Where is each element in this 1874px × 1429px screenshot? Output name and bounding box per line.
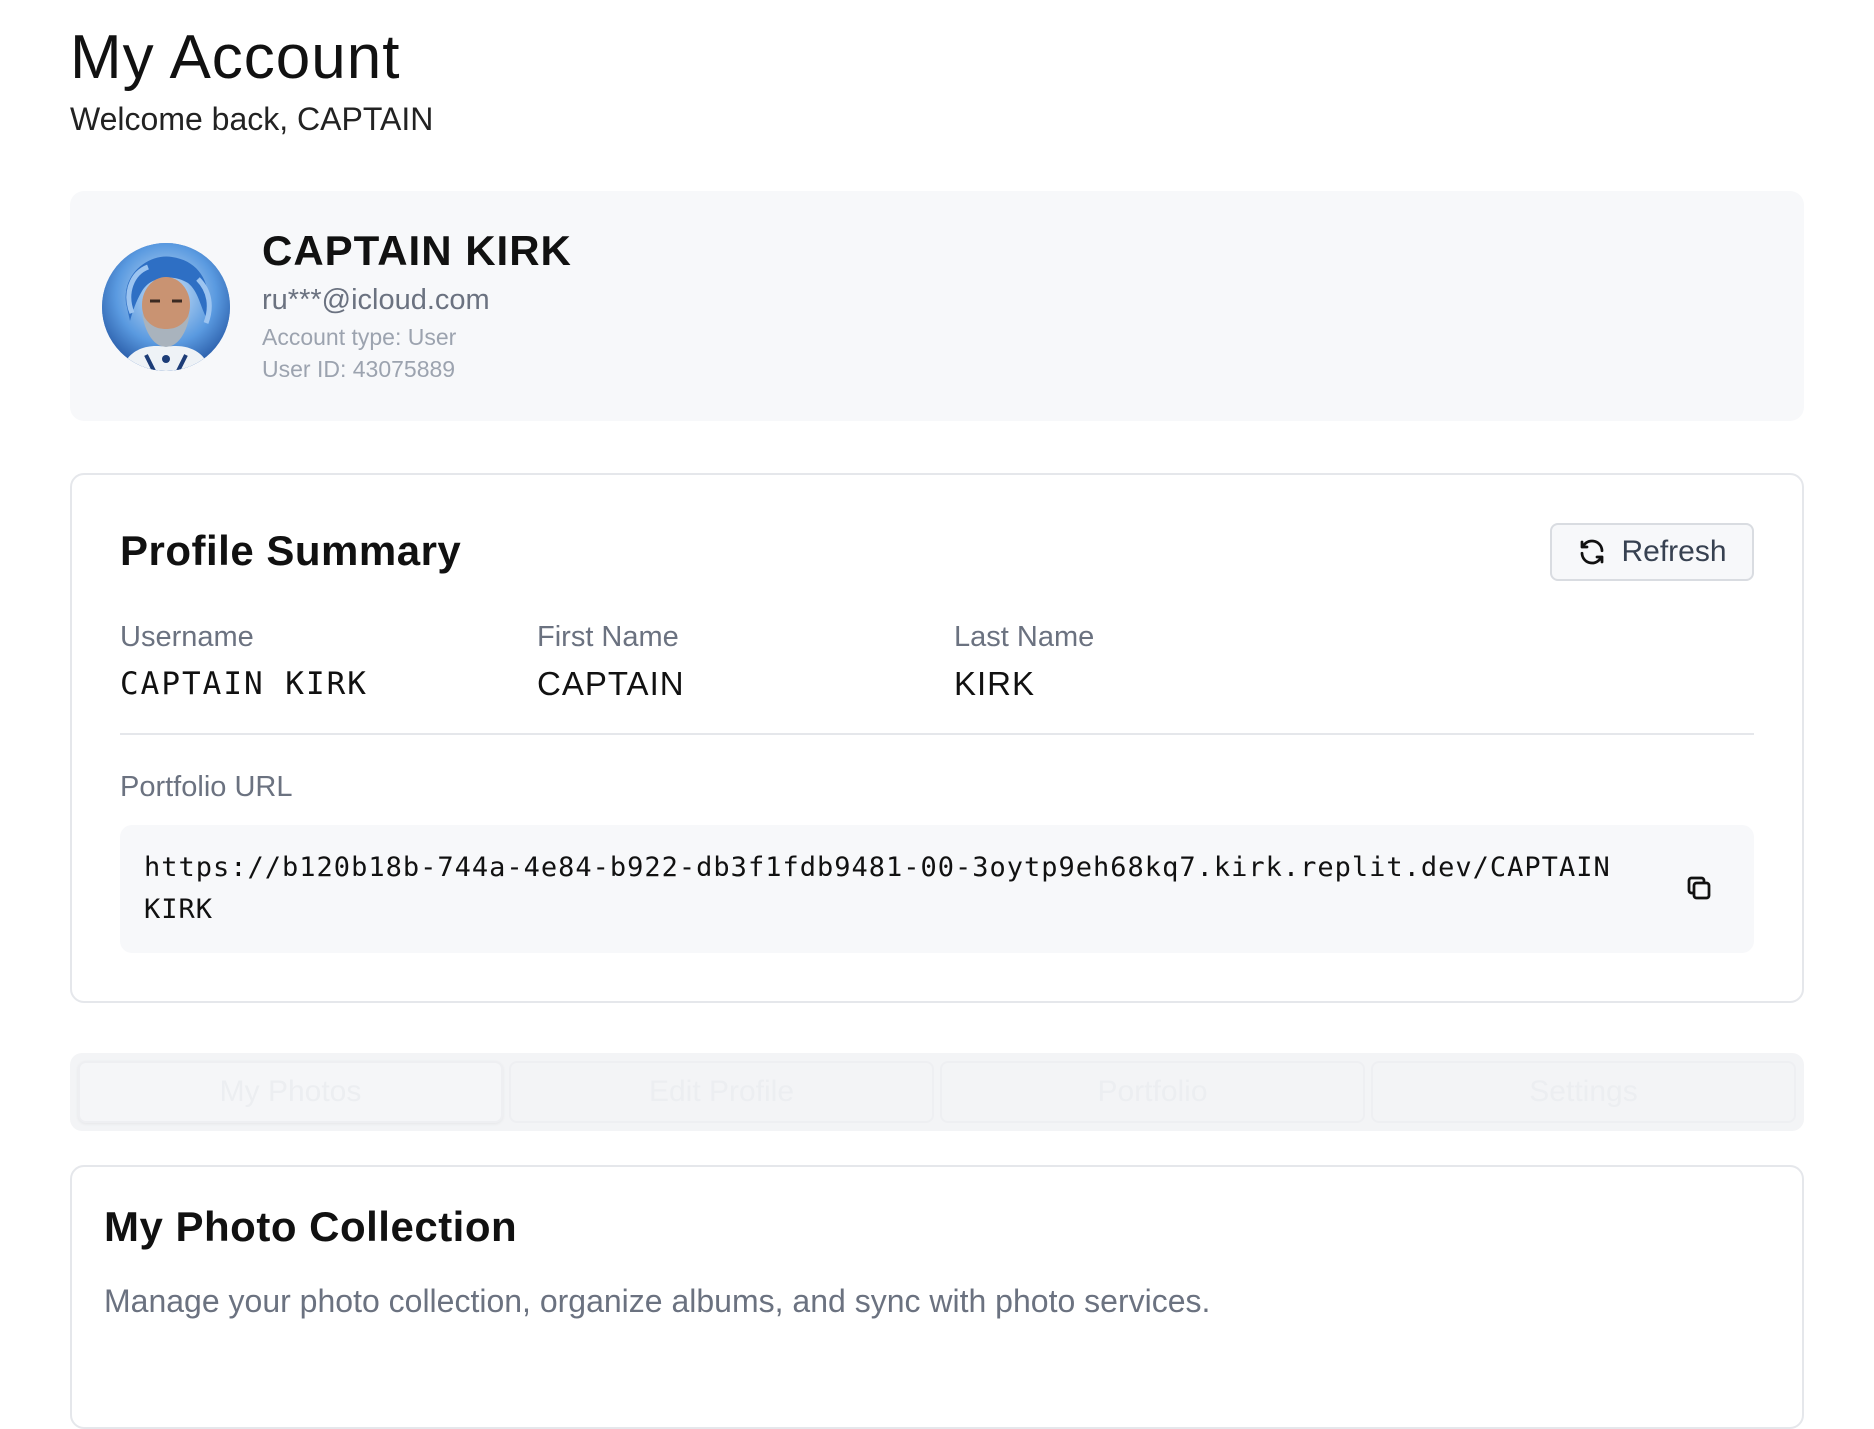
profile-summary-card: Profile Summary Refresh Username CAPTAIN… — [70, 473, 1804, 1003]
avatar-image — [102, 243, 230, 371]
collection-title: My Photo Collection — [104, 1203, 518, 1250]
avatar — [102, 243, 230, 371]
profile-fields: Username CAPTAIN KIRK First Name CAPTAIN… — [120, 617, 1371, 707]
field-label: Last Name — [954, 621, 1095, 653]
account-type: Account type: User — [262, 324, 457, 350]
refresh-button-label: Refresh — [1621, 535, 1727, 568]
last-name-field: Last Name KIRK — [954, 617, 1371, 707]
username-field: Username CAPTAIN KIRK — [120, 617, 537, 707]
field-value: KIRK — [954, 665, 1036, 702]
tab-edit-profile[interactable]: Edit Profile — [509, 1061, 934, 1123]
field-label: Username — [120, 621, 254, 653]
user-id: User ID: 43075889 — [262, 356, 456, 382]
first-name-field: First Name CAPTAIN — [537, 617, 954, 707]
field-value: CAPTAIN — [537, 665, 685, 702]
collection-description: Manage your photo collection, organize a… — [104, 1283, 1211, 1319]
portfolio-url-label: Portfolio URL — [120, 771, 293, 803]
tab-settings[interactable]: Settings — [1371, 1061, 1796, 1123]
profile-card: CAPTAIN KIRK ru***@icloud.com Account ty… — [70, 191, 1804, 421]
tab-portfolio[interactable]: Portfolio — [940, 1061, 1365, 1123]
copy-icon[interactable] — [1684, 873, 1714, 903]
refresh-icon — [1581, 539, 1604, 565]
photo-collection-card: My Photo Collection Manage your photo co… — [70, 1165, 1804, 1429]
field-value: CAPTAIN KIRK — [120, 666, 368, 702]
account-page: My Account Welcome back, CAPTAIN CAPTAIN… — [70, 18, 1804, 1429]
profile-name: CAPTAIN KIRK — [262, 227, 572, 274]
profile-info: CAPTAIN KIRK ru***@icloud.com Account ty… — [262, 225, 572, 385]
profile-email: ru***@icloud.com — [262, 284, 490, 316]
divider — [120, 733, 1754, 735]
tabs: My Photos Edit Profile Portfolio Setting… — [70, 1053, 1804, 1131]
profile-summary-title: Profile Summary — [120, 527, 462, 574]
portfolio-url[interactable]: https://b120b18b-744a-4e84-b922-db3f1fdb… — [144, 847, 1644, 931]
welcome-subtitle: Welcome back, CAPTAIN — [70, 101, 434, 137]
field-label: First Name — [537, 621, 679, 653]
portfolio-url-box: https://b120b18b-744a-4e84-b922-db3f1fdb… — [120, 825, 1754, 953]
refresh-button[interactable]: Refresh — [1550, 523, 1754, 581]
tab-my-photos[interactable]: My Photos — [78, 1061, 503, 1123]
page-title: My Account — [70, 23, 401, 92]
